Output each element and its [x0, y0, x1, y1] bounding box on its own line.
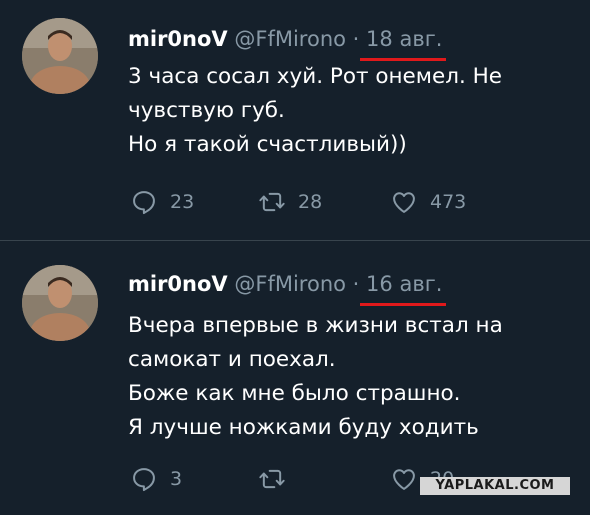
tweet-text: Вчера впервые в жизни встал на самокат и… [128, 309, 503, 445]
tweet-text: 3 часа сосал хуй. Рот онемел. Не чувству… [128, 60, 502, 162]
tweet-actions: 23 28 473 [130, 187, 550, 217]
like-icon [393, 192, 415, 213]
tweet-line: Но я такой счастливый)) [128, 132, 407, 157]
retweet-icon [259, 192, 285, 212]
reply-count: 3 [170, 468, 183, 490]
avatar[interactable] [22, 18, 98, 94]
tweet-header: mir0noV @FfMirono · 16 авг. [128, 271, 447, 306]
avatar-photo-icon [22, 18, 98, 94]
tweet-line: чувствую губ. [128, 98, 285, 123]
tweet-line: самокат и поехал. [128, 347, 336, 372]
separator-dot: · [352, 27, 360, 51]
retweet-button[interactable] [258, 464, 298, 494]
like-count: 473 [430, 191, 467, 213]
retweet-button[interactable]: 28 [258, 187, 322, 217]
author-name[interactable]: mir0noV [128, 27, 228, 51]
tweet-line: Боже как мне было страшно. [128, 381, 461, 406]
author-name[interactable]: mir0noV [128, 272, 228, 296]
red-underline-mark [360, 303, 447, 306]
tweet-line: Я лучше ножками буду ходить [128, 415, 479, 440]
tweet[interactable]: mir0noV @FfMirono · 16 авг. Вчера впервы… [0, 241, 590, 515]
like-icon [393, 469, 415, 490]
avatar-photo-icon [22, 265, 98, 341]
reply-icon [133, 191, 155, 215]
reply-count: 23 [170, 191, 195, 213]
tweet-date[interactable]: 16 авг. [366, 272, 442, 296]
author-handle[interactable]: @FfMirono [234, 272, 346, 296]
tweet-line: Вчера впервые в жизни встал на [128, 313, 503, 338]
reply-button[interactable]: 3 [130, 464, 182, 494]
author-handle[interactable]: @FfMirono [234, 27, 346, 51]
avatar[interactable] [22, 265, 98, 341]
tweet[interactable]: mir0noV @FfMirono · 18 авг. 3 часа сосал… [0, 0, 590, 240]
site-watermark: YAPLAKAL.COM [420, 477, 570, 495]
tweet-date[interactable]: 18 авг. [366, 27, 442, 51]
retweet-count: 28 [298, 191, 323, 213]
reply-icon [133, 468, 155, 492]
separator-dot: · [352, 272, 360, 296]
tweet-line: 3 часа сосал хуй. Рот онемел. Не [128, 64, 503, 89]
like-button[interactable]: 473 [390, 187, 466, 217]
tweet-header: mir0noV @FfMirono · 18 авг. [128, 26, 447, 61]
retweet-icon [259, 469, 285, 489]
reply-button[interactable]: 23 [130, 187, 194, 217]
